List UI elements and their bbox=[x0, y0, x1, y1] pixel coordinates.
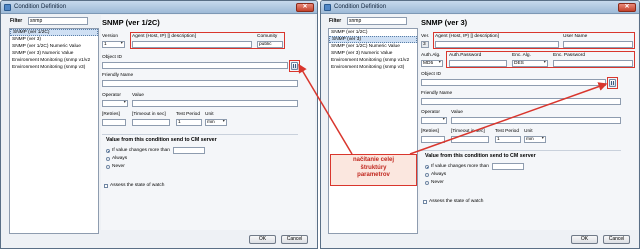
annotation-callout: načítanie celej štruktúry parametrov bbox=[330, 154, 417, 186]
arrow-to-right-browse bbox=[409, 82, 608, 155]
callout-line: načítanie celej bbox=[352, 157, 395, 163]
callout-line: parametrov bbox=[357, 172, 390, 178]
annotation-arrows bbox=[298, 63, 608, 155]
arrow-to-left-browse bbox=[298, 63, 353, 155]
